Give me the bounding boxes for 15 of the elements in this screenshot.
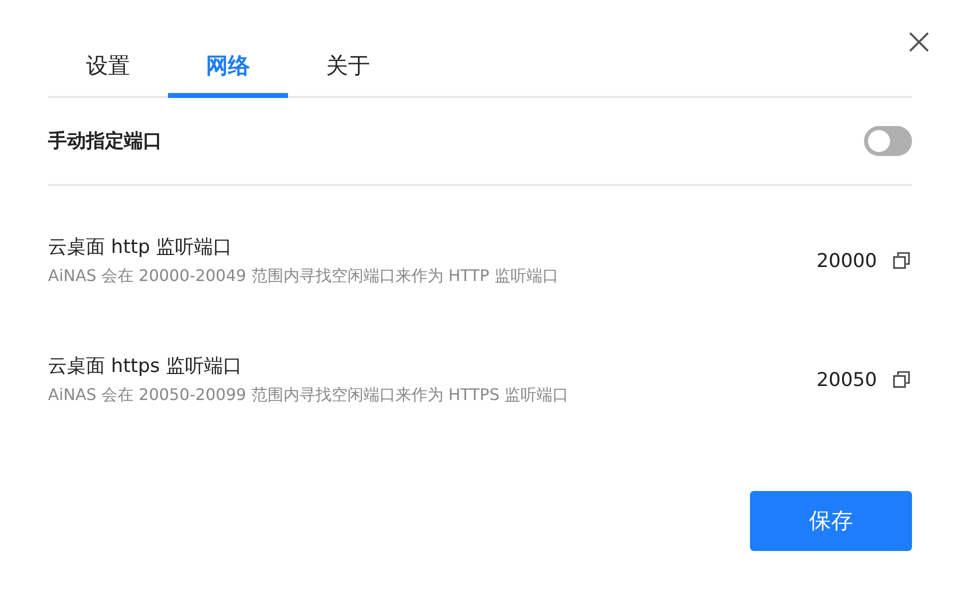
close-icon[interactable] [908, 31, 930, 53]
port-description: AiNAS 会在 20000-20049 范围内寻找空闲端口来作为 HTTP 监听端口 [48, 266, 560, 287]
copy-icon[interactable] [893, 252, 910, 269]
toggle-switch[interactable] [864, 126, 912, 156]
port-value: 20050 [816, 368, 877, 390]
port-description: AiNAS 会在 20050-20099 范围内寻找空闲端口来作为 HTTPS 监听端口 [48, 385, 570, 406]
setting-label: 手动指定端口 [48, 129, 162, 154]
port-title: 云桌面 https 监听端口 [48, 354, 243, 379]
copy-icon[interactable] [893, 371, 910, 388]
tab[interactable]: 关于 [288, 38, 408, 98]
port-value: 20000 [816, 250, 877, 272]
port-title: 云桌面 http 监听端口 [48, 235, 234, 260]
tab[interactable]: 设置 [48, 38, 168, 98]
tab[interactable]: 网络 [168, 38, 288, 98]
save-button[interactable]: 保存 [750, 491, 912, 551]
